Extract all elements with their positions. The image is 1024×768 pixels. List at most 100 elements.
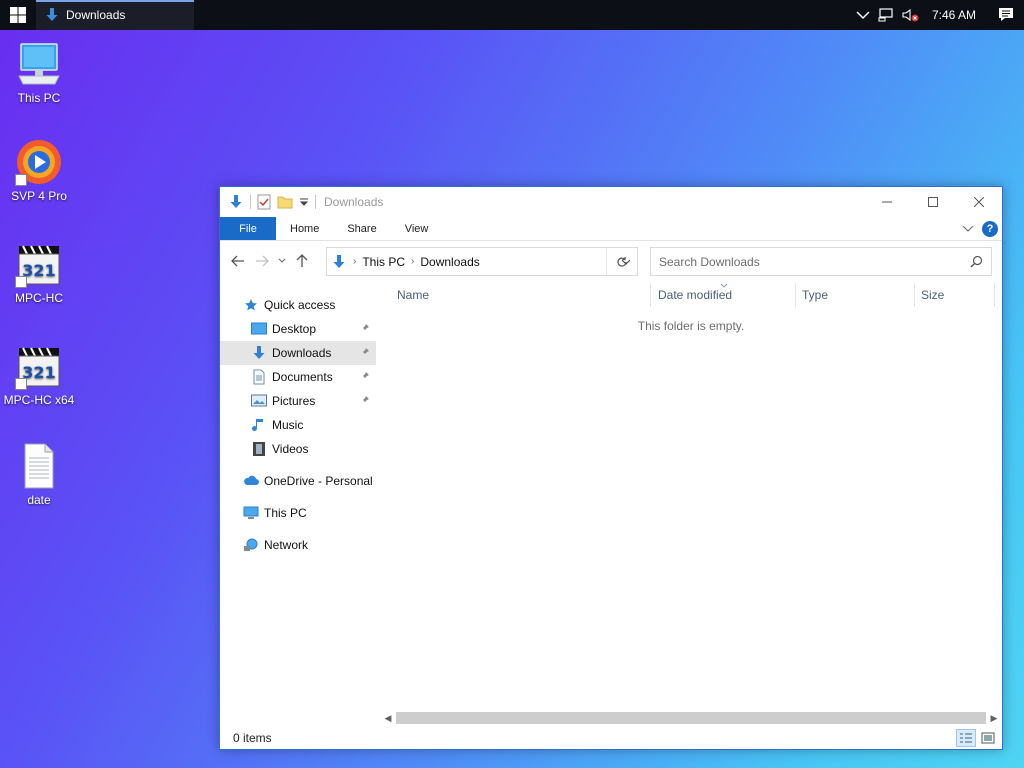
scrollbar-thumb[interactable] <box>396 712 986 724</box>
view-switcher <box>956 729 998 747</box>
desktop-icon-label: date <box>27 493 51 507</box>
downloads-folder-icon <box>250 345 268 361</box>
tab-file[interactable]: File <box>220 217 276 240</box>
divider <box>250 195 251 209</box>
minimize-icon <box>882 201 892 203</box>
breadcrumb-downloads[interactable]: Downloads <box>420 255 479 269</box>
nav-item-documents[interactable]: Documents <box>220 365 376 389</box>
title-bar[interactable]: Downloads <box>220 187 1002 217</box>
file-list[interactable]: Name Date modified Type Size This folder… <box>380 281 1002 729</box>
mpc-hc-icon: 321 <box>15 240 63 288</box>
nav-item-desktop[interactable]: Desktop <box>220 317 376 341</box>
tab-share[interactable]: Share <box>333 217 390 240</box>
nav-onedrive[interactable]: OneDrive - Personal <box>220 469 376 493</box>
nav-this-pc[interactable]: This PC <box>220 501 376 525</box>
status-bar: 0 items <box>220 727 1002 749</box>
up-arrow-icon <box>296 254 308 267</box>
tab-home[interactable]: Home <box>276 217 333 240</box>
window-title: Downloads <box>324 195 384 209</box>
item-count: 0 items <box>233 731 272 745</box>
column-size[interactable]: Size <box>921 281 991 309</box>
forward-arrow-icon <box>256 255 269 267</box>
chevron-down-icon <box>278 258 286 263</box>
pin-icon[interactable] <box>360 347 370 357</box>
videos-folder-icon <box>250 441 268 457</box>
shortcut-arrow-icon <box>15 378 27 390</box>
search-input[interactable] <box>659 254 959 269</box>
column-divider[interactable] <box>795 283 796 307</box>
forward-button[interactable] <box>250 247 274 275</box>
network-tray-button[interactable] <box>874 0 898 30</box>
scroll-right-button[interactable]: ▶ <box>986 711 1002 725</box>
download-arrow-icon <box>333 254 345 268</box>
nav-item-music[interactable]: Music <box>220 413 376 437</box>
network-icon <box>242 537 260 553</box>
customize-qat-icon[interactable] <box>299 197 309 207</box>
scroll-left-button[interactable]: ◀ <box>380 711 396 725</box>
sort-chevron-icon <box>720 283 728 288</box>
address-bar[interactable]: › This PC › Downloads <box>326 247 638 276</box>
nav-item-videos[interactable]: Videos <box>220 437 376 461</box>
maximize-button[interactable] <box>910 187 956 217</box>
svg-text:321: 321 <box>22 261 55 280</box>
taskbar-window-downloads[interactable]: Downloads <box>36 0 194 30</box>
column-divider[interactable] <box>914 283 915 307</box>
column-divider[interactable] <box>650 283 651 307</box>
minimize-button[interactable] <box>864 187 910 217</box>
breadcrumb-separator-icon[interactable]: › <box>411 256 414 267</box>
maximize-icon <box>928 197 938 207</box>
network-icon <box>878 8 893 22</box>
pin-icon[interactable] <box>360 371 370 381</box>
nav-quick-access[interactable]: Quick access <box>220 293 376 317</box>
back-button[interactable] <box>226 247 250 275</box>
taskbar-window-title: Downloads <box>66 8 126 22</box>
desktop-icon-mpc-hc[interactable]: 321 MPC-HC <box>2 240 76 305</box>
nav-item-downloads[interactable]: Downloads <box>220 341 376 365</box>
nav-label: OneDrive - Personal <box>264 474 373 488</box>
up-button[interactable] <box>290 247 314 275</box>
close-button[interactable] <box>956 187 1002 217</box>
horizontal-scrollbar[interactable]: ◀ ▶ <box>380 711 1002 725</box>
action-center-button[interactable] <box>988 0 1024 30</box>
nav-label: Downloads <box>272 346 332 360</box>
tab-view[interactable]: View <box>391 217 443 240</box>
close-icon <box>974 197 984 207</box>
pin-icon[interactable] <box>360 323 370 333</box>
address-row: › This PC › Downloads <box>220 241 1002 281</box>
desktop-icon-svp[interactable]: SVP 4 Pro <box>2 138 76 203</box>
column-type[interactable]: Type <box>802 281 912 309</box>
refresh-button[interactable] <box>606 247 638 276</box>
computer-icon <box>15 40 63 88</box>
navigation-pane[interactable]: Quick access Desktop Downloads Documents… <box>220 281 376 729</box>
column-name[interactable]: Name <box>397 281 647 309</box>
show-hidden-icons-button[interactable] <box>852 0 874 30</box>
nav-item-pictures[interactable]: Pictures <box>220 389 376 413</box>
volume-muted-icon <box>902 8 919 22</box>
nav-network[interactable]: Network <box>220 533 376 557</box>
desktop-icon-date[interactable]: date <box>2 442 76 507</box>
details-view-button[interactable] <box>956 729 976 747</box>
expand-ribbon-icon[interactable] <box>962 225 974 233</box>
breadcrumb-this-pc[interactable]: This PC <box>362 255 405 269</box>
pin-icon[interactable] <box>360 395 370 405</box>
volume-tray-button[interactable] <box>898 0 924 30</box>
help-icon[interactable]: ? <box>982 221 998 237</box>
search-box[interactable] <box>650 247 992 276</box>
shortcut-arrow-icon <box>15 174 27 186</box>
nav-label: Documents <box>272 370 333 384</box>
start-button[interactable] <box>0 0 36 30</box>
clock[interactable]: 7:46 AM <box>924 0 988 30</box>
new-folder-icon[interactable] <box>277 194 293 210</box>
search-icon[interactable] <box>970 255 983 268</box>
breadcrumb-separator-icon[interactable]: › <box>353 256 356 267</box>
properties-icon[interactable] <box>257 194 271 210</box>
large-icons-view-button[interactable] <box>978 729 998 747</box>
desktop-icon-mpc-hc-x64[interactable]: 321 MPC-HC x64 <box>2 342 76 407</box>
desktop-icon-this-pc[interactable]: This PC <box>2 40 76 105</box>
refresh-icon <box>617 256 627 267</box>
details-view-icon <box>960 733 972 743</box>
mpc-hc-icon: 321 <box>15 342 63 390</box>
column-divider[interactable] <box>994 283 995 307</box>
pictures-folder-icon <box>250 393 268 409</box>
recent-locations-button[interactable] <box>274 247 290 275</box>
